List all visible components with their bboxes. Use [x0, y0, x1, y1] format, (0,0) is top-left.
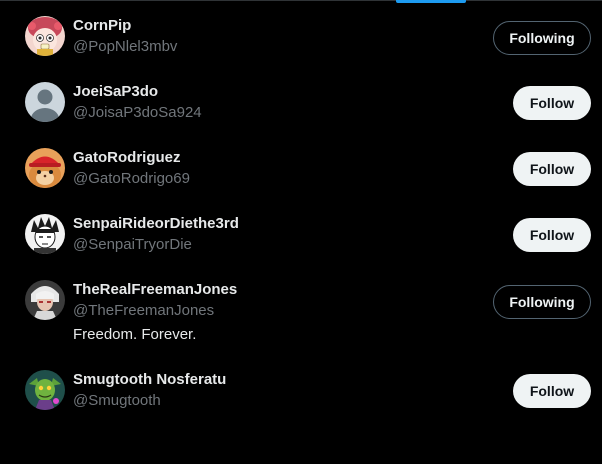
list-item[interactable]: GatoRodriguez @GatoRodrigo69 Follow	[0, 132, 602, 198]
user-display-name[interactable]: TheRealFreemanJones	[73, 281, 237, 299]
user-display-name[interactable]: GatoRodriguez	[73, 149, 181, 167]
following-button[interactable]: Following	[493, 21, 591, 55]
list-item[interactable]: Smugtooth Nosferatu @Smugtooth Follow	[0, 360, 602, 426]
user-bio: Freedom. Forever.	[73, 326, 197, 343]
white-haired-character-avatar-icon[interactable]	[25, 280, 65, 320]
cartoon-girl-avatar-icon[interactable]	[25, 16, 65, 56]
follow-button[interactable]: Follow	[513, 218, 591, 252]
hamster-red-cap-avatar-icon[interactable]	[25, 148, 65, 188]
list-item[interactable]: SenpaiRideorDiethe3rd @SenpaiTryorDie Fo…	[0, 198, 602, 264]
green-goblin-avatar-icon[interactable]	[25, 370, 65, 410]
user-handle[interactable]: @TheFreemanJones	[73, 302, 214, 320]
user-handle[interactable]: @SenpaiTryorDie	[73, 236, 192, 254]
list-item[interactable]: CornPip @PopNlel3mbv Following	[0, 0, 602, 66]
follow-button[interactable]: Follow	[513, 86, 591, 120]
follow-button[interactable]: Follow	[513, 152, 591, 186]
user-display-name[interactable]: Smugtooth Nosferatu	[73, 371, 226, 389]
user-display-name[interactable]: JoeiSaP3do	[73, 83, 158, 101]
user-display-name[interactable]: SenpaiRideorDiethe3rd	[73, 215, 239, 233]
user-display-name[interactable]: CornPip	[73, 17, 131, 35]
list-item[interactable]: JoeiSaP3do @JoisaP3doSa924 Follow	[0, 66, 602, 132]
following-button[interactable]: Following	[493, 285, 591, 319]
follow-button[interactable]: Follow	[513, 374, 591, 408]
user-handle[interactable]: @JoisaP3doSa924	[73, 104, 202, 122]
list-item[interactable]: TheRealFreemanJones @TheFreemanJones Fre…	[0, 264, 602, 360]
manga-character-avatar-icon[interactable]	[25, 214, 65, 254]
default-profile-avatar-icon[interactable]	[25, 82, 65, 122]
user-handle[interactable]: @PopNlel3mbv	[73, 38, 177, 56]
user-handle[interactable]: @Smugtooth	[73, 392, 161, 410]
user-handle[interactable]: @GatoRodrigo69	[73, 170, 190, 188]
